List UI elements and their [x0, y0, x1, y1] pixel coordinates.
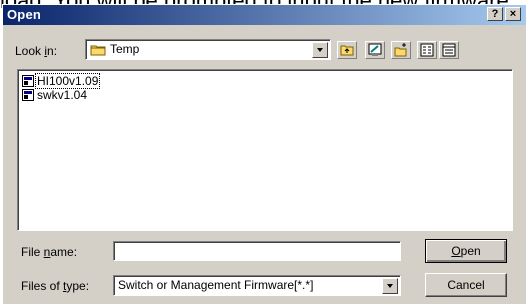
chevron-down-icon[interactable]	[382, 278, 398, 294]
desktop-icon	[368, 43, 382, 56]
folder-icon	[90, 45, 106, 56]
open-file-dialog: Open ? × Look in: Temp HI100v1.09 swkv1.…	[2, 4, 526, 304]
file-list[interactable]: HI100v1.09 swkv1.04	[17, 69, 513, 231]
title-bar[interactable]: Open ? ×	[3, 5, 526, 25]
file-name-label: File name:	[21, 245, 78, 259]
file-icon	[22, 75, 34, 87]
up-one-level-button[interactable]	[337, 41, 357, 59]
details-view-icon	[442, 43, 456, 57]
cancel-button[interactable]: Cancel	[425, 273, 507, 297]
files-of-type-value: Switch or Management Firmware[*.*]	[118, 278, 314, 292]
up-one-level-icon	[340, 45, 354, 56]
file-name-text: swkv1.04	[37, 88, 88, 102]
create-new-folder-button[interactable]	[391, 41, 411, 59]
look-in-value: Temp	[110, 42, 140, 56]
create-new-folder-icon	[394, 43, 407, 57]
files-of-type-label: Files of type:	[21, 279, 90, 293]
list-view-button[interactable]	[417, 41, 437, 59]
details-view-button[interactable]	[439, 41, 459, 59]
look-in-combo[interactable]: Temp	[85, 39, 331, 60]
list-item[interactable]: swkv1.04	[22, 88, 88, 102]
file-name-text: HI100v1.09	[34, 73, 101, 89]
dialog-title: Open	[7, 7, 42, 22]
desktop-button[interactable]	[365, 41, 385, 59]
close-button[interactable]: ×	[505, 7, 521, 21]
chevron-down-icon[interactable]	[312, 42, 328, 58]
open-button[interactable]: Open	[425, 239, 507, 263]
look-in-label: Look in:	[15, 44, 58, 58]
help-button[interactable]: ?	[487, 7, 503, 21]
list-view-icon	[420, 43, 434, 57]
file-icon	[22, 89, 34, 101]
list-item[interactable]: HI100v1.09	[22, 73, 101, 89]
files-of-type-select[interactable]: Switch or Management Firmware[*.*]	[113, 275, 401, 296]
file-name-field[interactable]	[113, 241, 401, 261]
